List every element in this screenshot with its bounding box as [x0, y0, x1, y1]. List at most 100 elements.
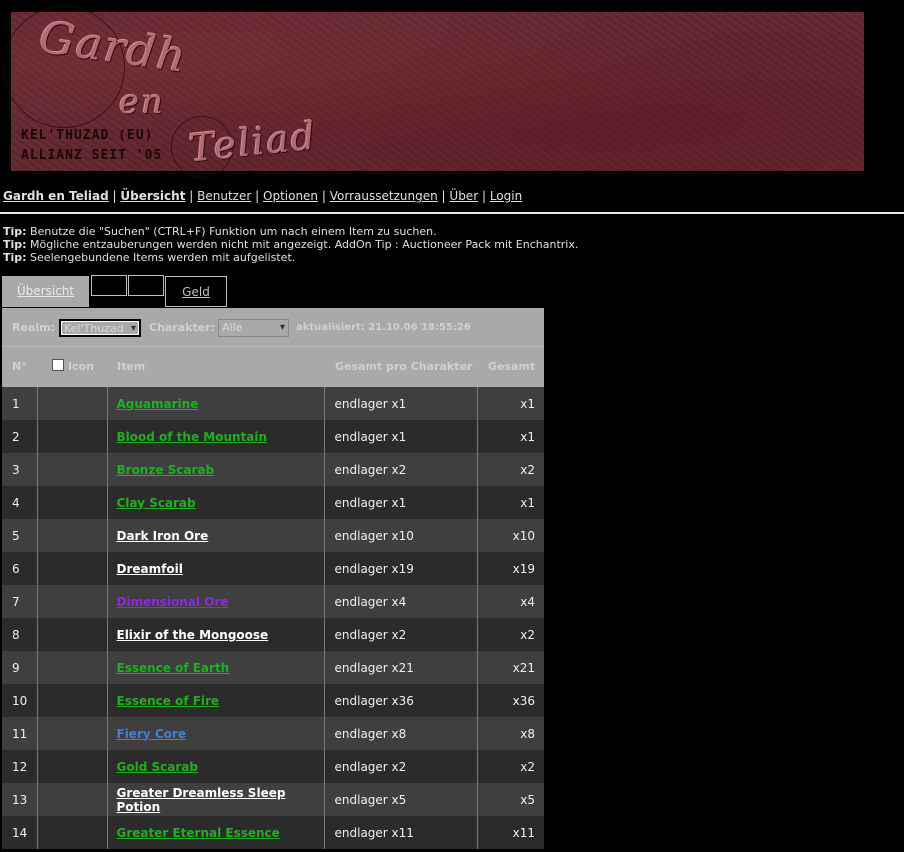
item-link[interactable]: Elixir of the Mongoose	[117, 628, 269, 642]
banner-realm-text: KEL'THUZAD (EU)	[21, 128, 154, 143]
filter-bar: Realm: Kel'Thuzad ▾ Charakter: Alle ▾ ak…	[2, 308, 544, 346]
banner-logo-word: en	[119, 82, 166, 122]
icon-toggle-checkbox[interactable]	[52, 359, 64, 371]
row-per-character: endlager x1	[324, 387, 478, 420]
table-row: 2 Blood of the Mountain endlager x1 x1	[2, 420, 544, 453]
row-icon-cell	[37, 618, 108, 651]
item-link[interactable]: Bronze Scarab	[117, 463, 215, 477]
row-number: 11	[2, 717, 38, 750]
item-link[interactable]: Dark Iron Ore	[117, 529, 209, 543]
row-total: x2	[477, 750, 544, 783]
table-row: 14 Greater Eternal Essence endlager x11 x11	[2, 816, 544, 849]
item-link[interactable]: Blood of the Mountain	[117, 430, 268, 444]
table-row: 8 Elixir of the Mongoose endlager x2 x2	[2, 618, 544, 651]
item-link[interactable]: Clay Scarab	[117, 496, 196, 510]
row-number: 3	[2, 453, 38, 486]
row-icon-cell	[37, 420, 108, 453]
tab-empty[interactable]	[128, 275, 164, 296]
site-banner: Gardh en Teliad KEL'THUZAD (EU) ALLIANZ …	[3, 6, 864, 178]
banner-faction-text: ALLIANZ SEIT '05	[21, 148, 163, 163]
row-number: 12	[2, 750, 38, 783]
row-icon-cell	[37, 387, 108, 420]
row-number: 8	[2, 618, 38, 651]
row-total: x11	[477, 816, 544, 849]
nav-separator: |	[255, 189, 260, 203]
row-per-character: endlager x2	[324, 618, 478, 651]
row-icon-cell	[37, 651, 108, 684]
table-row: 9 Essence of Earth endlager x21 x21	[2, 651, 544, 684]
row-total: x36	[477, 684, 544, 717]
column-header-per-character[interactable]: Gesamt pro Charakter	[335, 360, 472, 373]
row-item-cell: Blood of the Mountain	[107, 420, 325, 453]
row-total: x8	[477, 717, 544, 750]
row-icon-cell	[37, 684, 108, 717]
tip-line: Tip: Mögliche entzauberungen werden nich…	[3, 238, 579, 251]
nav-link-about[interactable]: Über	[449, 189, 478, 203]
row-icon-cell	[37, 585, 108, 618]
tab-empty[interactable]	[91, 275, 127, 296]
tab-money[interactable]: Geld	[165, 276, 227, 307]
row-item-cell: Greater Eternal Essence	[107, 816, 325, 849]
row-per-character: endlager x36	[324, 684, 478, 717]
item-link[interactable]: Dreamfoil	[117, 562, 183, 576]
item-link[interactable]: Aguamarine	[117, 397, 199, 411]
row-item-cell: Greater Dreamless Sleep Potion	[107, 783, 325, 816]
row-total: x1	[477, 486, 544, 519]
tab-overview[interactable]: Übersicht	[2, 276, 89, 307]
column-header-total[interactable]: Gesamt	[488, 360, 535, 373]
row-item-cell: Dreamfoil	[107, 552, 325, 585]
row-number: 14	[2, 816, 38, 849]
table-header: N° Icon Item Gesamt pro Charakter Gesamt	[2, 346, 544, 387]
nav-link-login[interactable]: Login	[490, 189, 522, 203]
tip-line: Tip: Benutze die "Suchen" (CTRL+F) Funkt…	[3, 225, 437, 238]
main-nav: Gardh en Teliad | Übersicht | Benutzer |…	[3, 189, 522, 203]
row-item-cell: Dimensional Ore	[107, 585, 325, 618]
item-link[interactable]: Gold Scarab	[117, 760, 198, 774]
row-icon-cell	[37, 816, 108, 849]
row-per-character: endlager x1	[324, 420, 478, 453]
table-row: 11 Fiery Core endlager x8 x8	[2, 717, 544, 750]
item-link[interactable]: Greater Eternal Essence	[117, 826, 280, 840]
row-total: x1	[477, 420, 544, 453]
nav-link-requirements[interactable]: Vorraussetzungen	[330, 189, 438, 203]
chevron-down-icon: ▾	[130, 323, 136, 334]
item-link[interactable]: Essence of Fire	[117, 694, 220, 708]
table-row: 7 Dimensional Ore endlager x4 x4	[2, 585, 544, 618]
item-link[interactable]: Essence of Earth	[117, 661, 230, 675]
item-link[interactable]: Fiery Core	[117, 727, 186, 741]
item-link[interactable]: Greater Dreamless Sleep Potion	[117, 786, 286, 814]
nav-link-options[interactable]: Optionen	[263, 189, 318, 203]
table-row: 12 Gold Scarab endlager x2 x2	[2, 750, 544, 783]
table-row: 4 Clay Scarab endlager x1 x1	[2, 486, 544, 519]
row-per-character: endlager x10	[324, 519, 478, 552]
character-label: Charakter:	[149, 321, 216, 334]
row-total: x4	[477, 585, 544, 618]
column-header-item[interactable]: Item	[117, 360, 145, 373]
table-row: 6 Dreamfoil endlager x19 x19	[2, 552, 544, 585]
nav-separator: |	[441, 189, 446, 203]
inventory-table: 1 Aguamarine endlager x1 x1 2 Blood of the Mo…	[2, 387, 544, 849]
realm-select[interactable]: Kel'Thuzad ▾	[59, 319, 141, 337]
character-select[interactable]: Alle ▾	[218, 319, 289, 337]
column-header-no[interactable]: N°	[12, 360, 27, 373]
row-item-cell: Dark Iron Ore	[107, 519, 325, 552]
realm-label: Realm:	[12, 321, 55, 334]
nav-link-overview[interactable]: Übersicht	[120, 189, 185, 203]
row-total: x10	[477, 519, 544, 552]
nav-link-home[interactable]: Gardh en Teliad	[3, 189, 109, 203]
row-item-cell: Essence of Earth	[107, 651, 325, 684]
nav-link-users[interactable]: Benutzer	[197, 189, 251, 203]
row-per-character: endlager x8	[324, 717, 478, 750]
row-per-character: endlager x4	[324, 585, 478, 618]
row-number: 4	[2, 486, 38, 519]
chevron-down-icon: ▾	[279, 322, 285, 333]
row-item-cell: Fiery Core	[107, 717, 325, 750]
inventory-panel: Realm: Kel'Thuzad ▾ Charakter: Alle ▾ ak…	[2, 308, 544, 849]
row-number: 5	[2, 519, 38, 552]
row-number: 6	[2, 552, 38, 585]
nav-separator: |	[189, 189, 194, 203]
row-number: 10	[2, 684, 38, 717]
row-number: 7	[2, 585, 38, 618]
item-link[interactable]: Dimensional Ore	[117, 595, 229, 609]
row-item-cell: Bronze Scarab	[107, 453, 325, 486]
